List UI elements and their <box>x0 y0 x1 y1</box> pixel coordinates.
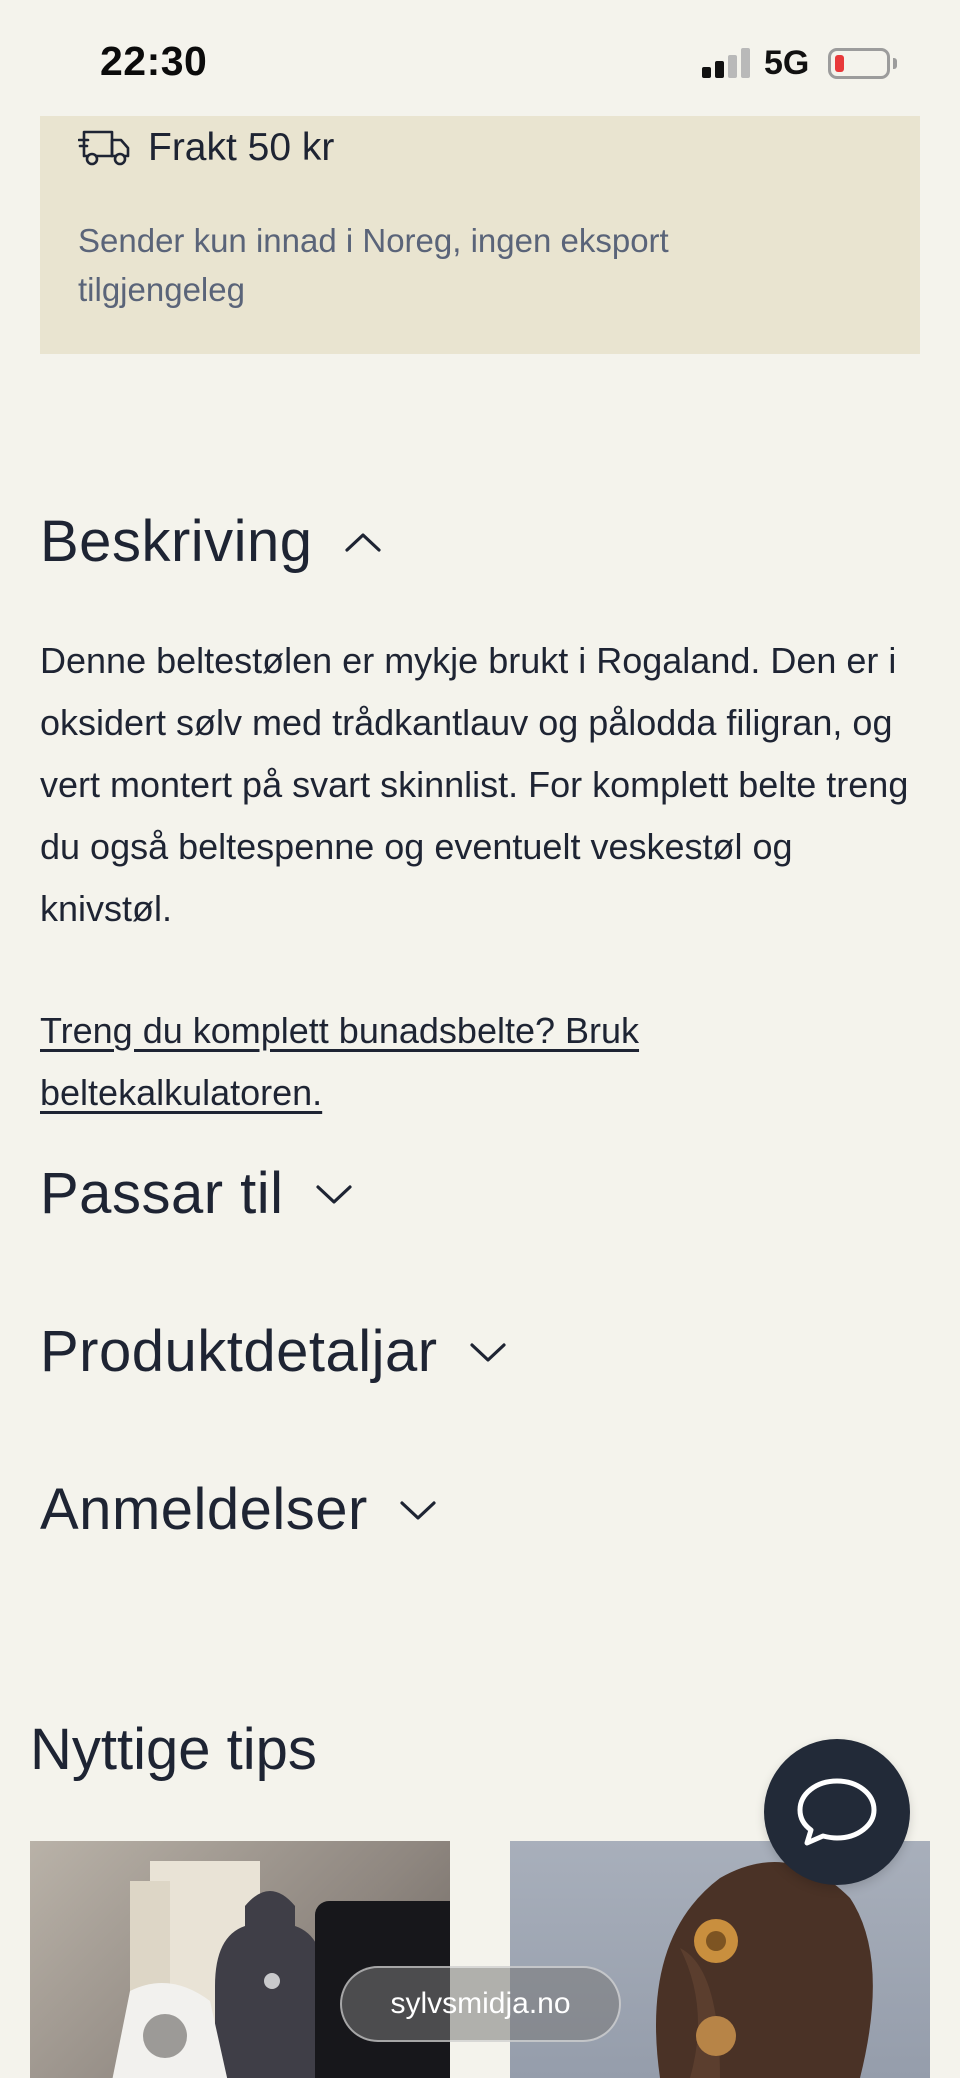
shipping-info-box: Frakt 50 kr Sender kun innad i Noreg, in… <box>40 116 920 354</box>
tips-heading: Nyttige tips <box>30 1717 317 1782</box>
chat-button[interactable] <box>764 1739 910 1885</box>
accordion-description-header[interactable]: Beskriving <box>40 508 383 575</box>
accordion-produktdetaljar-header[interactable]: Produktdetaljar <box>40 1318 508 1385</box>
battery-tip <box>893 58 897 69</box>
product-description: Denne beltestølen er mykje brukt i Rogal… <box>40 640 909 929</box>
shipping-price: Frakt 50 kr <box>148 126 335 169</box>
tip-image-storage <box>112 1861 450 2078</box>
chevron-up-icon <box>344 532 381 552</box>
accordion-anmeldelser-title: Anmeldelser <box>40 1477 368 1542</box>
battery-icon <box>828 48 890 79</box>
accordion-produktdetaljar-title: Produktdetaljar <box>40 1319 438 1384</box>
truck-icon <box>78 130 130 166</box>
status-time: 22:30 <box>100 38 208 84</box>
accordion-passar-til-title: Passar til <box>40 1161 284 1226</box>
signal-strength-icon <box>702 48 752 78</box>
tip-card-storage[interactable] <box>30 1841 450 2078</box>
belt-calculator-link[interactable]: Treng du komplett bunadsbelte? Bruk belt… <box>40 1000 840 1124</box>
shipping-note: Sender kun innad i Noreg, ingen eksport … <box>78 222 669 308</box>
accordion-description-title: Beskriving <box>40 509 313 574</box>
chevron-down-icon <box>315 1184 352 1204</box>
chevron-down-icon <box>470 1342 506 1362</box>
network-type: 5G <box>764 44 810 82</box>
accordion-anmeldelser-header[interactable]: Anmeldelser <box>40 1476 438 1543</box>
browser-url-pill[interactable]: sylvsmidja.no <box>340 1966 621 2042</box>
status-bar: 22:30 5G <box>0 0 960 120</box>
accordion-passar-til-header[interactable]: Passar til <box>40 1160 354 1227</box>
chat-bubble-icon <box>797 1778 877 1846</box>
chevron-down-icon <box>400 1500 436 1520</box>
